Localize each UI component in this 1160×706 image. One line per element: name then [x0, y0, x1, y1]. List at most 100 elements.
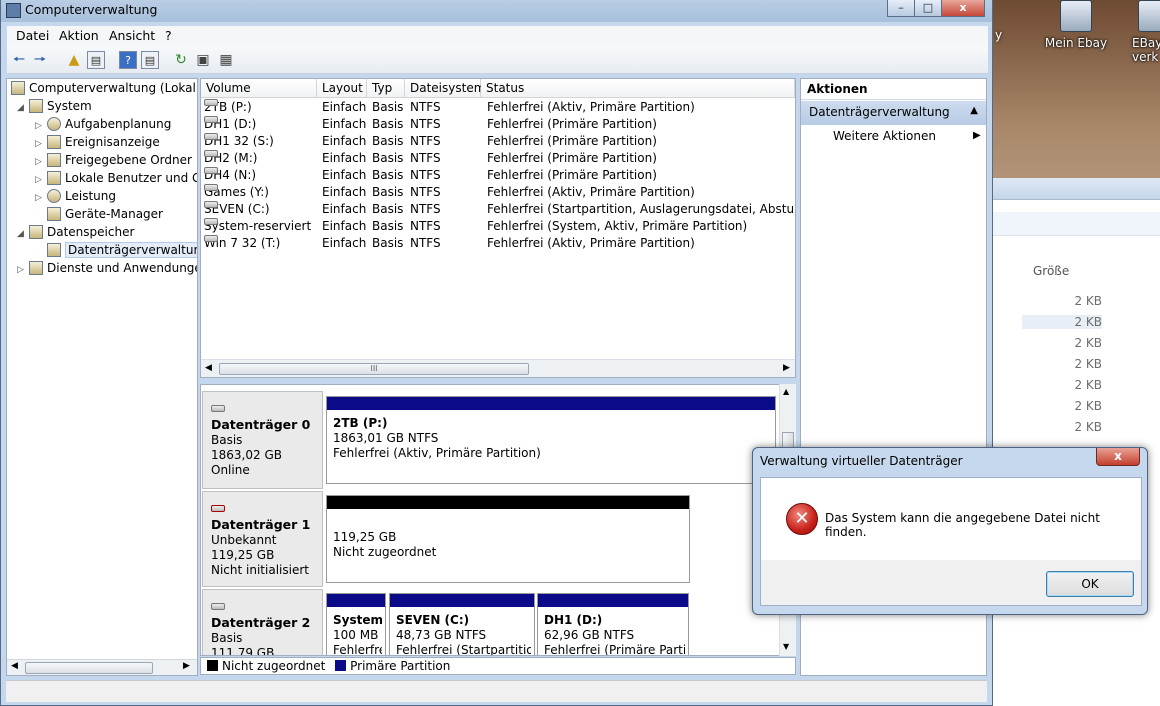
scroll-down-icon[interactable]: ▼ — [783, 642, 789, 651]
tree-item-computer-management[interactable]: Computerverwaltung (Lokal) — [11, 79, 197, 97]
error-dialog: Verwaltung virtueller Datenträger x ✕ Da… — [752, 447, 1148, 615]
partition-unallocated[interactable]: 119,25 GB Nicht zugeordnet — [326, 495, 690, 583]
file-size: 2 KB — [1074, 378, 1102, 392]
actions-section-header[interactable]: Datenträgerverwaltung ▲ — [801, 101, 986, 125]
back-arrow-icon[interactable]: 🠔 — [10, 51, 28, 69]
unallocated-bar — [327, 496, 689, 509]
partition-status: Nicht zugeordnet — [333, 545, 437, 559]
menu-ansicht[interactable]: Ansicht — [109, 28, 155, 43]
tree-item-system[interactable]: ◢ System — [17, 97, 92, 115]
table-row[interactable]: DH2 (M:) Einfach Basis NTFS Fehlerfrei (Prim… — [201, 150, 795, 167]
show-actions-icon[interactable]: ▤ — [141, 51, 159, 69]
disk-management-icon — [47, 243, 61, 257]
expand-icon[interactable]: ▷ — [35, 189, 45, 207]
partition-dh1-d[interactable]: DH1 (D:) 62,96 GB NTFS Fehlerfrei (Primä… — [537, 593, 689, 656]
actions-title: Aktionen — [801, 79, 986, 100]
partition-status: Fehlerfrei (Primäre Partitic — [544, 643, 685, 656]
dialog-close-button[interactable]: x — [1096, 448, 1140, 466]
column-header-layout[interactable]: Layout — [317, 79, 367, 98]
desktop-icon-mein-ebay[interactable]: Mein Ebay — [1036, 0, 1116, 50]
tree-label: Lokale Benutzer und Gr — [65, 171, 198, 185]
menu-datei[interactable]: Datei — [16, 28, 49, 43]
partition-system-reserviert[interactable]: System- 100 MB N Fehlerfre — [326, 593, 386, 655]
tree-item-freigegebene-ordner[interactable]: ▷ Freigegebene Ordner — [35, 151, 192, 169]
forward-arrow-icon[interactable]: 🠖 — [31, 51, 49, 69]
scroll-right-icon[interactable]: ▶ — [183, 661, 190, 671]
primary-partition-bar — [390, 594, 534, 607]
table-row[interactable]: DH4 (N:) Einfach Basis NTFS Fehlerfrei (Prim… — [201, 167, 795, 184]
tree-horizontal-scrollbar[interactable]: ◀ ▶ — [7, 659, 197, 675]
partition-2tb[interactable]: 2TB (P:) 1863,01 GB NTFS Fehlerfrei (Akt… — [326, 396, 776, 484]
desktop-icon-ebay-verk[interactable]: EBay verk — [1110, 0, 1160, 64]
cell-typ: Basis — [372, 117, 404, 131]
scroll-right-icon[interactable]: ▶ — [783, 363, 790, 373]
volume-horizontal-scrollbar[interactable]: ◀ III ▶ — [201, 359, 795, 377]
cell-status: Fehlerfrei (Aktiv, Primäre Partition) — [487, 100, 695, 114]
rescan-icon[interactable]: ▦ — [217, 51, 235, 69]
refresh-icon[interactable]: ↻ — [172, 51, 190, 69]
partition-size: 48,73 GB NTFS — [396, 628, 487, 642]
action-label: Weitere Aktionen — [833, 129, 936, 143]
partition-status: Fehlerfrei (Aktiv, Primäre Partition) — [333, 446, 541, 460]
shared-folder-icon — [47, 153, 61, 167]
table-row[interactable]: DH1 32 (S:) Einfach Basis NTFS Fehlerfrei (P… — [201, 133, 795, 150]
disk-0-label[interactable]: Datenträger 0 Basis 1863,02 GB Online — [202, 391, 323, 489]
table-row[interactable]: Games (Y:) Einfach Basis NTFS Fehlerfrei (Ak… — [201, 184, 795, 201]
tree-item-geraete-manager[interactable]: Geräte-Manager — [47, 205, 163, 223]
table-row[interactable]: SEVEN (C:) Einfach Basis NTFS Fehlerfrei (St… — [201, 201, 795, 218]
maximize-button[interactable]: □ — [914, 0, 942, 17]
cell-layout: Einfach — [322, 151, 367, 165]
tree-item-datenspeicher[interactable]: ◢ Datenspeicher — [17, 223, 134, 241]
column-header-status[interactable]: Status — [481, 79, 795, 98]
column-header-volume[interactable]: Volume — [201, 79, 317, 98]
tree-item-ereignisanzeige[interactable]: ▷ Ereignisanzeige — [35, 133, 160, 151]
tree-item-lokale-benutzer[interactable]: ▷ Lokale Benutzer und Gr — [35, 169, 198, 187]
properties-icon[interactable]: ▣ — [194, 51, 212, 69]
column-header-typ[interactable]: Typ — [367, 79, 405, 98]
expand-icon[interactable]: ▷ — [17, 261, 27, 279]
tree-label: System — [47, 99, 92, 113]
scroll-thumb[interactable] — [25, 662, 153, 674]
disk-graphic-view[interactable]: Datenträger 0 Basis 1863,02 GB Online 2T… — [200, 384, 796, 656]
scroll-left-icon[interactable]: ◀ — [205, 363, 212, 373]
disk-size: 1863,02 GB — [211, 448, 282, 462]
folder-up-icon[interactable]: ▲ — [65, 51, 83, 69]
help-icon[interactable]: ? — [119, 51, 137, 69]
disk-1-label[interactable]: Datenträger 1 Unbekannt 119,25 GB Nicht … — [202, 491, 323, 587]
menu-bar: Datei Aktion Ansicht ? — [7, 26, 988, 46]
disk-state: Nicht initialisiert — [211, 563, 309, 577]
show-tree-icon[interactable]: ▤ — [87, 51, 105, 69]
cell-status: Fehlerfrei (Aktiv, Primäre Partition) — [487, 236, 695, 250]
tree-item-aufgabenplanung[interactable]: ▷ Aufgabenplanung — [35, 115, 171, 133]
menu-aktion[interactable]: Aktion — [59, 28, 99, 43]
drive-icon — [204, 150, 218, 157]
desktop-partial-text: y — [995, 28, 1003, 42]
table-row[interactable]: 2TB (P:) Einfach Basis NTFS Fehlerfrei (Akti… — [201, 99, 795, 116]
scroll-thumb[interactable]: III — [219, 363, 529, 375]
partition-seven-c[interactable]: SEVEN (C:) 48,73 GB NTFS Fehlerfrei (Sta… — [389, 593, 535, 655]
column-header-dateisystem[interactable]: Dateisystem — [405, 79, 485, 98]
tree-item-leistung[interactable]: ▷ Leistung — [35, 187, 116, 205]
tree-item-datentraegerverwaltung[interactable]: Datenträgerverwaltung — [47, 241, 197, 259]
background-explorer-window[interactable]: Größe 2 KB 2 KB 2 KB 2 KB 2 KB 2 KB 2 KB — [990, 178, 1160, 706]
title-bar[interactable]: Computerverwaltung – □ x — [1, 0, 992, 22]
scroll-up-icon[interactable]: ▲ — [783, 387, 789, 396]
table-row[interactable]: DH1 (D:) Einfach Basis NTFS Fehlerfrei (Prim… — [201, 116, 795, 133]
table-row[interactable]: Win 7 32 (T:) Einfach Basis NTFS Fehlerfrei … — [201, 235, 795, 252]
volume-list[interactable]: Volume Layout Typ Dateisystem Status 2TB… — [200, 78, 796, 378]
minimize-button[interactable]: – — [887, 0, 915, 17]
close-button[interactable]: x — [941, 0, 985, 17]
ok-button[interactable]: OK — [1046, 571, 1134, 597]
tree-item-dienste[interactable]: ▷ Dienste und Anwendungen — [17, 259, 197, 279]
collapse-icon[interactable]: ◢ — [17, 99, 27, 117]
table-row[interactable]: System-reserviert Einfach Basis NTFS Fehlerf… — [201, 218, 795, 235]
column-header-groesse[interactable]: Größe — [1033, 264, 1069, 278]
cell-status: Fehlerfrei (Primäre Partition) — [487, 134, 657, 148]
menu-help[interactable]: ? — [165, 28, 172, 43]
scroll-left-icon[interactable]: ◀ — [11, 661, 18, 671]
navigation-tree[interactable]: Computerverwaltung (Lokal) ◢ System ▷ Aufg… — [6, 78, 198, 676]
collapse-icon[interactable]: ◢ — [17, 225, 27, 243]
disk-2-label[interactable]: Datenträger 2 Basis 111,79 GB Online — [202, 589, 323, 655]
collapse-up-icon[interactable]: ▲ — [970, 105, 978, 116]
weitere-aktionen-item[interactable]: Weitere Aktionen — [833, 129, 936, 143]
